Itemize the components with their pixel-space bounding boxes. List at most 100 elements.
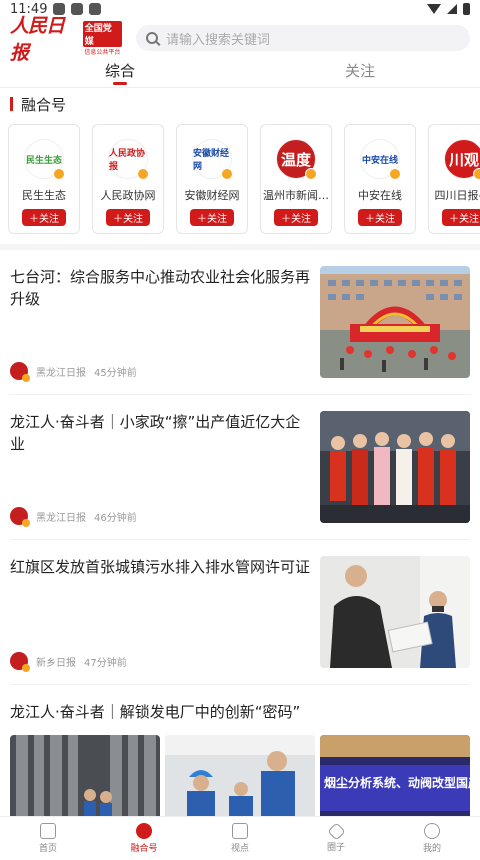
nav-item[interactable]: 圈子 (288, 817, 384, 860)
battery-icon (463, 3, 470, 15)
account-logo[interactable]: 人民政协报 (108, 139, 149, 180)
account-name[interactable]: 四川日报-… (435, 187, 480, 203)
follow-button[interactable]: ＋关注 (274, 209, 318, 226)
source-avatar[interactable] (10, 652, 30, 672)
article-title[interactable]: 龙江人·奋斗者｜小家政“擦”出产值近亿大企业 (10, 411, 310, 455)
article-text: 七台河：综合服务中心推动农业社会化服务再升级 黑龙江日报 45分钟前 (10, 266, 310, 382)
article-meta: 新乡日报 47分钟前 (10, 652, 310, 672)
account-logo[interactable]: 安徽财经网 (192, 139, 233, 180)
logo-badge-text: 全国党媒 (82, 20, 122, 47)
section-accent-bar (10, 97, 13, 111)
nav-item[interactable]: 视点 (192, 817, 288, 860)
article-item[interactable]: 龙江人·奋斗者｜小家政“擦”出产值近亿大企业 黑龙江日报 46分钟前 (10, 395, 470, 540)
verified-icon (389, 168, 401, 180)
article-meta: 黑龙江日报 46分钟前 (10, 507, 310, 527)
nav-item[interactable]: 首页 (0, 817, 96, 860)
article-list: 七台河：综合服务中心推动农业社会化服务再升级 黑龙江日报 45分钟前 龙江人·奋… (0, 250, 480, 821)
status-right (427, 3, 470, 15)
article-thumbnail[interactable]: 烟尘分析系统、动阀改型国产化 (320, 735, 470, 821)
article-text: 龙江人·奋斗者｜小家政“擦”出产值近亿大企业 黑龙江日报 46分钟前 (10, 411, 310, 527)
search-input[interactable]: 请输入搜索关键词 (166, 29, 270, 48)
article-time: 47分钟前 (84, 657, 127, 669)
account-card[interactable]: 中安在线 中安在线 ＋关注 (344, 124, 416, 234)
article-item-multi-image[interactable]: 龙江人·奋斗者｜解锁发电厂中的创新“密码” 烟尘分析系统、动阀改型国 (10, 685, 470, 821)
article-meta: 黑龙江日报 45分钟前 (10, 362, 310, 382)
verified-icon (221, 168, 233, 180)
logo-text: 人民日报 (10, 15, 65, 64)
account-logo-text: 川观 (448, 150, 479, 169)
section-title: 融合号 (21, 95, 67, 114)
account-card[interactable]: 川观四川日报-… ＋关注 (428, 124, 480, 234)
tab-comprehensive[interactable]: 综合 (0, 58, 240, 87)
account-name[interactable]: 民生生态 (22, 187, 66, 203)
logo-badge: 全国党媒 信息公共平台 (82, 20, 122, 56)
nav-label: 首页 (38, 844, 57, 854)
account-card[interactable]: 民生生态 民生生态 ＋关注 (8, 124, 80, 234)
app-header: 人民日报 全国党媒 信息公共平台 请输入搜索关键词 (0, 15, 480, 64)
article-thumbnail[interactable] (320, 556, 470, 668)
thumbnail-caption: 烟尘分析系统、动阀改型国产化 (324, 775, 470, 790)
search-bar[interactable]: 请输入搜索关键词 (136, 25, 470, 51)
verified-icon (137, 168, 149, 180)
article-title[interactable]: 七台河：综合服务中心推动农业社会化服务再升级 (10, 266, 310, 310)
nav-label: 圈子 (326, 842, 345, 853)
verified-icon (22, 519, 30, 527)
search-icon (146, 32, 158, 44)
account-logo-text: 民生生态 (25, 155, 62, 166)
account-name[interactable]: 温州市新闻… (263, 187, 329, 203)
follow-button[interactable]: ＋关注 (22, 209, 66, 226)
nav-label: 融合号 (130, 844, 158, 854)
account-carousel[interactable]: 民生生态 民生生态 ＋关注 人民政协报 人民政协网 ＋关注 安徽财经网 安徽财经网 ＋关注 温度温… (0, 120, 480, 244)
follow-button[interactable]: ＋关注 (190, 209, 234, 226)
account-logo[interactable]: 中安在线 (360, 139, 401, 180)
follow-button[interactable]: ＋关注 (358, 209, 402, 226)
article-thumbnail[interactable] (320, 266, 470, 378)
verified-icon (305, 168, 317, 180)
section-header: 融合号 (0, 88, 480, 120)
thumbnail-image (165, 735, 315, 821)
logo-badge-subtext: 信息公共平台 (84, 48, 121, 56)
article-item[interactable]: 七台河：综合服务中心推动农业社会化服务再升级 黑龙江日报 45分钟前 (10, 250, 470, 395)
source-avatar[interactable] (10, 507, 30, 527)
nav-label: 我的 (422, 844, 441, 854)
article-time: 45分钟前 (94, 367, 137, 379)
account-name[interactable]: 中安在线 (358, 187, 402, 203)
article-source[interactable]: 新乡日报 (36, 654, 76, 669)
article-title[interactable]: 红旗区发放首张城镇污水排入排水管网许可证 (10, 556, 310, 578)
account-card[interactable]: 人民政协报人民政协网 ＋关注 (92, 124, 164, 234)
source-avatar[interactable] (10, 362, 30, 382)
wifi-icon (427, 4, 441, 14)
article-title[interactable]: 龙江人·奋斗者｜解锁发电厂中的创新“密码” (10, 701, 470, 723)
account-logo[interactable]: 温度 (276, 139, 317, 180)
article-thumbnail[interactable] (320, 411, 470, 523)
article-thumbnail[interactable] (165, 735, 315, 821)
top-tabs: 综合 关注 (0, 58, 480, 88)
thumbnail-image (320, 556, 470, 668)
thumbnail-image (320, 266, 470, 378)
article-thumbnail[interactable] (10, 735, 160, 821)
account-logo[interactable]: 川观 (444, 139, 480, 180)
tab-following[interactable]: 关注 (240, 58, 480, 87)
article-source[interactable]: 黑龙江日报 (36, 364, 86, 379)
account-card[interactable]: 温度温州市新闻… ＋关注 (260, 124, 332, 234)
signal-icon (447, 4, 457, 14)
article-source[interactable]: 黑龙江日报 (36, 509, 86, 524)
nav-item[interactable]: 融合号 (96, 817, 192, 860)
account-logo[interactable]: 民生生态 (24, 139, 65, 180)
follow-button[interactable]: ＋关注 (442, 209, 480, 226)
video-icon (232, 823, 248, 839)
thumbnail-image: 烟尘分析系统、动阀改型国产化 (320, 735, 470, 821)
profile-icon (424, 823, 440, 839)
nav-label: 视点 (230, 844, 249, 854)
verified-icon (53, 168, 65, 180)
article-item[interactable]: 红旗区发放首张城镇污水排入排水管网许可证 新乡日报 47分钟前 (10, 540, 470, 685)
account-logo-text: 温度 (280, 150, 311, 169)
account-card[interactable]: 安徽财经网 安徽财经网 ＋关注 (176, 124, 248, 234)
account-name[interactable]: 人民政协网 (101, 187, 156, 203)
follow-button[interactable]: ＋关注 (106, 209, 150, 226)
article-time: 46分钟前 (94, 512, 137, 524)
nav-item[interactable]: 我的 (384, 817, 480, 860)
verified-icon (22, 664, 30, 672)
home-icon (40, 823, 56, 839)
account-name[interactable]: 安徽财经网 (185, 187, 240, 203)
